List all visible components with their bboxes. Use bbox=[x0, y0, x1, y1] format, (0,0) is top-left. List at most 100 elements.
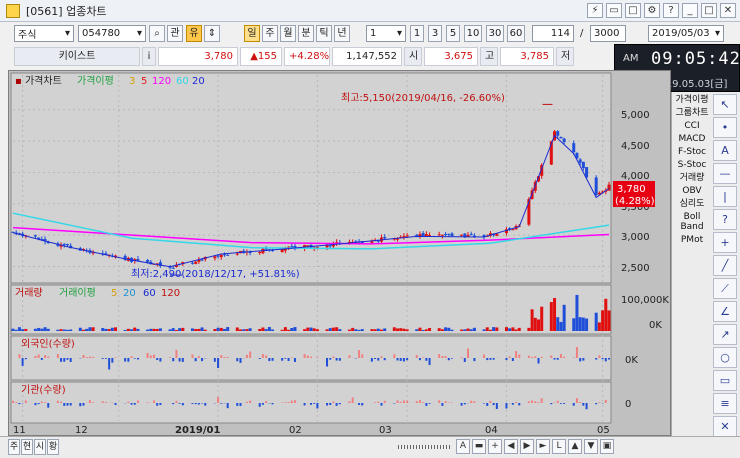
indicator-8[interactable]: 심리도 bbox=[674, 199, 710, 209]
dot-tool-icon[interactable]: • bbox=[713, 117, 737, 138]
foreign-bar-98 bbox=[447, 358, 450, 361]
gann-tool-icon[interactable]: ✕ bbox=[713, 416, 737, 437]
foreign-bar-91 bbox=[418, 358, 421, 361]
cursor-arrow-icon[interactable]: ↖ bbox=[713, 94, 737, 115]
search-button[interactable]: ⌕ bbox=[149, 25, 165, 42]
volume-bar-50 bbox=[235, 327, 239, 331]
preset-60[interactable]: 60 bbox=[507, 25, 525, 42]
nav-left[interactable]: ◀ bbox=[504, 439, 518, 454]
search-icon: ⌕ bbox=[154, 28, 160, 39]
period-day[interactable]: 일 bbox=[244, 25, 260, 42]
fibo-tool-icon[interactable]: ≡ bbox=[713, 393, 737, 414]
nav-right[interactable]: ▶ bbox=[520, 439, 534, 454]
info-button[interactable]: i bbox=[142, 47, 156, 66]
market-type-select[interactable]: 주식 ▾ bbox=[14, 25, 74, 42]
period-minute[interactable]: 분 bbox=[298, 25, 314, 42]
indicator-10[interactable]: PMot bbox=[674, 235, 710, 245]
zoom-slider[interactable] bbox=[398, 445, 450, 449]
nav-down[interactable]: ▼ bbox=[584, 439, 598, 454]
nav-minus[interactable]: ▬ bbox=[472, 439, 486, 454]
volume-bar-117 bbox=[533, 317, 537, 331]
indicator-3[interactable]: MACD bbox=[674, 134, 710, 144]
yu-button[interactable]: 유 bbox=[186, 25, 202, 42]
help-icon[interactable]: ? bbox=[663, 3, 679, 18]
inst-bar-67 bbox=[310, 403, 312, 405]
vol-tick-100000k: 100,000K bbox=[621, 295, 669, 306]
tab-hwang[interactable]: 황 bbox=[47, 439, 59, 455]
foreign-bar-97 bbox=[444, 356, 447, 358]
minimize-button[interactable]: _ bbox=[682, 3, 698, 18]
ray-tool-icon[interactable]: ↗ bbox=[713, 324, 737, 345]
volume-bar-41 bbox=[194, 329, 198, 331]
foreign-bar-43 bbox=[201, 358, 204, 362]
trend-tool-icon[interactable]: ⟋ bbox=[713, 278, 737, 299]
foreign-bar-6 bbox=[37, 354, 40, 358]
volume-bar-5 bbox=[33, 328, 37, 331]
spin-button[interactable]: ⇕ bbox=[204, 25, 220, 42]
angle-tool-icon[interactable]: ∠ bbox=[713, 301, 737, 322]
code-input[interactable]: 054780 ▾ bbox=[78, 25, 146, 42]
volume-bar-47 bbox=[219, 327, 223, 331]
maximize-button[interactable]: □ bbox=[701, 3, 717, 18]
inst-bar-70 bbox=[326, 403, 329, 406]
period-tick[interactable]: 틱 bbox=[316, 25, 332, 42]
rect-tool-icon[interactable]: ▭ bbox=[713, 370, 737, 391]
line-tool-icon[interactable]: ╱ bbox=[713, 255, 737, 276]
chart-area[interactable]: ▪ 가격차트 가격이평 3 5 120 60 20 최고:5,150(2019/… bbox=[8, 70, 671, 436]
screenshot-icon[interactable]: □ bbox=[625, 3, 641, 18]
preset-5[interactable]: 5 bbox=[446, 25, 460, 42]
candle-128 bbox=[581, 161, 585, 169]
foreign-bar-28 bbox=[133, 358, 136, 359]
cross-tool-icon[interactable]: + bbox=[713, 232, 737, 253]
tab-si[interactable]: 시 bbox=[34, 439, 46, 455]
nav-end[interactable]: ► bbox=[536, 439, 550, 454]
indicator-5[interactable]: S-Stoc bbox=[674, 160, 710, 170]
nav-l[interactable]: L bbox=[552, 439, 566, 454]
nav-up[interactable]: ▲ bbox=[568, 439, 582, 454]
indicator-6[interactable]: 거래량 bbox=[674, 173, 710, 183]
volume-bar-12 bbox=[62, 329, 66, 331]
date-input[interactable]: 2019/05/03 ▾ bbox=[648, 25, 724, 42]
text-tool-icon[interactable]: A bbox=[713, 140, 737, 161]
inst-bar-54 bbox=[249, 400, 252, 403]
hline-tool-icon[interactable]: — bbox=[713, 163, 737, 184]
question-tool-icon[interactable]: ? bbox=[713, 209, 737, 230]
volume-bar-99 bbox=[450, 329, 454, 331]
indicator-4[interactable]: F-Stoc bbox=[674, 147, 710, 157]
preset-1[interactable]: 1 bbox=[410, 25, 424, 42]
nav-plus[interactable]: + bbox=[488, 439, 502, 454]
indicator-7[interactable]: OBV bbox=[674, 186, 710, 196]
preset-10[interactable]: 10 bbox=[464, 25, 482, 42]
nav-a[interactable]: A bbox=[456, 439, 470, 454]
close-button[interactable]: ✕ bbox=[720, 3, 736, 18]
preset-3[interactable]: 3 bbox=[428, 25, 442, 42]
nav-grid[interactable]: ▣ bbox=[600, 439, 614, 454]
inst-bar-32 bbox=[152, 400, 155, 403]
volume-bar-35 bbox=[168, 329, 172, 331]
preset-30[interactable]: 30 bbox=[486, 25, 504, 42]
settings-icon[interactable]: ⚙ bbox=[644, 3, 660, 18]
period-year[interactable]: 년 bbox=[334, 25, 350, 42]
period-week[interactable]: 주 bbox=[262, 25, 278, 42]
kwan-button[interactable]: 관 bbox=[167, 25, 183, 42]
interval-select[interactable]: 1 ▾ bbox=[366, 25, 406, 42]
count-input[interactable]: 114 bbox=[532, 25, 574, 42]
indicator-9[interactable]: Boll Band bbox=[674, 212, 710, 232]
max-count-input[interactable]: 3000 bbox=[590, 25, 626, 42]
window-restore-icon[interactable]: ▭ bbox=[606, 3, 622, 18]
link-icon[interactable]: ⚡ bbox=[587, 3, 603, 18]
vline-tool-icon[interactable]: | bbox=[713, 186, 737, 207]
candle-127 bbox=[578, 159, 582, 163]
chart-svg[interactable]: ▪ 가격차트 가격이평 3 5 120 60 20 최고:5,150(2019/… bbox=[9, 71, 672, 437]
inst-bar-120 bbox=[550, 403, 553, 405]
tab-ju[interactable]: 주 bbox=[8, 439, 20, 455]
tab-hyun[interactable]: 현 bbox=[21, 439, 33, 455]
circle-tool-icon[interactable]: ○ bbox=[713, 347, 737, 368]
indicator-2[interactable]: CCI bbox=[674, 121, 710, 131]
open-label: 시 bbox=[404, 47, 422, 66]
indicator-0[interactable]: 가격이평 bbox=[674, 95, 710, 105]
legend-ma5: 5 bbox=[141, 76, 147, 87]
legend-ma3: 3 bbox=[129, 76, 135, 87]
period-month[interactable]: 월 bbox=[280, 25, 296, 42]
indicator-1[interactable]: 그룹차트 bbox=[674, 108, 710, 118]
